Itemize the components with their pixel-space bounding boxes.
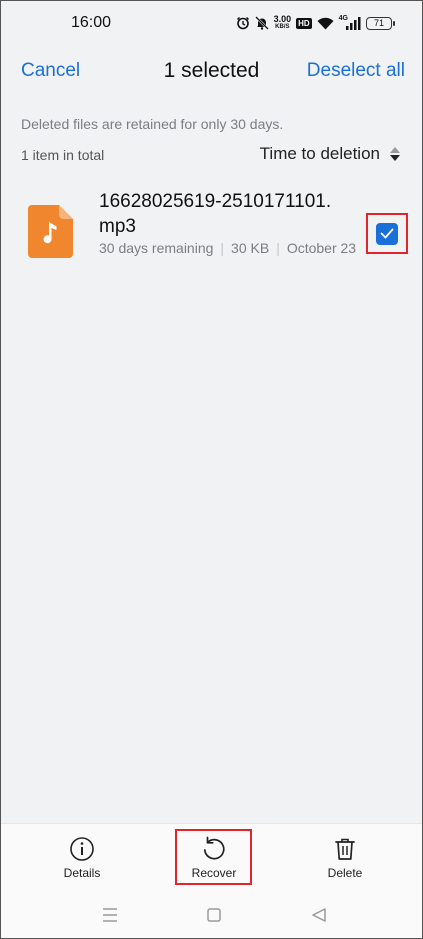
music-file-icon <box>28 205 73 258</box>
status-time: 16:00 <box>71 14 112 31</box>
recover-label: Recover <box>191 866 237 880</box>
network-speed-unit: KB/S <box>275 24 290 30</box>
network-speed-value: 3.00 <box>273 14 292 24</box>
details-label: Details <box>63 866 101 880</box>
screen: 16:00 3.00 KB/S HD 4G 71 Cancel 1 select… <box>0 0 423 939</box>
status-icons: 3.00 KB/S HD 4G 71 <box>236 14 395 31</box>
navigation-bar <box>1 889 422 938</box>
back-icon[interactable] <box>308 904 330 926</box>
cancel-button[interactable]: Cancel <box>21 60 80 82</box>
info-icon <box>69 836 95 862</box>
file-name: 16628025619-2510171101.mp3 <box>99 191 332 237</box>
status-bar: 16:00 3.00 KB/S HD 4G 71 <box>1 1 422 45</box>
battery-level: 71 <box>373 18 384 28</box>
recover-button[interactable]: Recover <box>174 824 254 890</box>
file-size: 30 KB <box>231 240 270 256</box>
header: Cancel 1 selected Deselect all <box>1 51 422 91</box>
file-remaining: 30 days remaining <box>99 240 214 256</box>
hd-badge: HD <box>296 17 312 29</box>
home-icon[interactable] <box>203 904 225 926</box>
sort-arrows-icon <box>390 147 400 161</box>
list-item[interactable]: 16628025619-2510171101.mp3 30 days remai… <box>1 181 422 281</box>
checkmark-icon <box>376 222 398 245</box>
trash-icon <box>332 836 358 862</box>
recover-icon <box>201 836 227 862</box>
bottom-action-bar: Details Recover Delete <box>1 823 422 889</box>
file-meta: 30 days remaining | 30 KB | October 23 <box>99 239 359 257</box>
sort-label: Time to deletion <box>259 144 380 163</box>
file-checkbox[interactable] <box>366 213 408 254</box>
network-speed: 3.00 KB/S <box>274 15 292 31</box>
file-date: October 23 <box>286 240 357 256</box>
mute-bell-icon <box>254 16 269 30</box>
alarm-icon <box>236 16 250 30</box>
deselect-all-button[interactable]: Deselect all <box>307 60 405 82</box>
meta-separator: | <box>220 240 225 256</box>
signal-label: 4G <box>338 14 348 22</box>
wifi-icon <box>317 17 334 30</box>
battery-icon: 71 <box>366 16 395 30</box>
retention-notice: Deleted files are retained for only 30 d… <box>21 116 284 132</box>
signal-icon: 4G <box>338 14 361 30</box>
meta-separator: | <box>276 240 280 256</box>
sort-dropdown[interactable]: Time to deletion <box>260 144 400 164</box>
menu-icon[interactable] <box>99 904 121 926</box>
details-button[interactable]: Details <box>42 824 122 890</box>
delete-label: Delete <box>327 866 363 880</box>
delete-button[interactable]: Delete <box>305 824 385 890</box>
item-count: 1 item in total <box>21 147 105 163</box>
